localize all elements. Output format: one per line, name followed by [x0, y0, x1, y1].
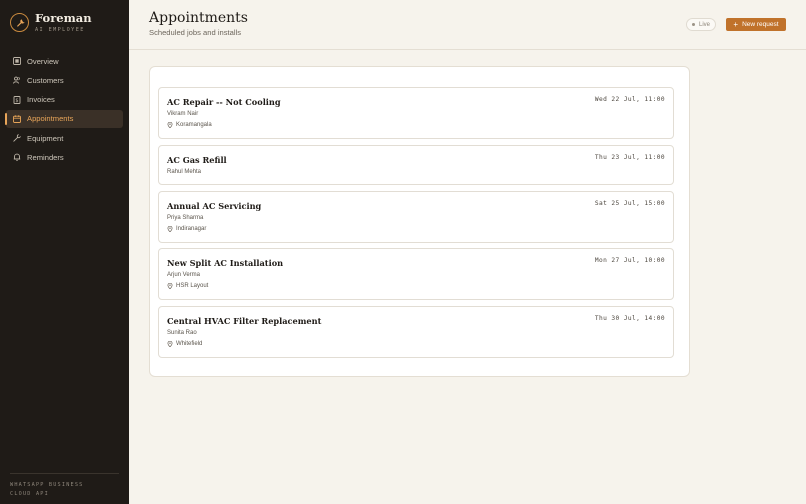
- appointment-title: AC Repair -- Not Cooling: [167, 97, 281, 107]
- appointment-location: Whitefield: [167, 341, 202, 347]
- appointment-customer: Arjun Verma: [167, 272, 201, 278]
- brand[interactable]: Foreman AI EMPLOYEE: [10, 12, 92, 33]
- appointments-panel: AC Repair -- Not Cooling Vikram Nair Kor…: [149, 66, 690, 377]
- appointment-datetime: Mon 27 Jul, 10:00: [594, 257, 665, 264]
- location-label: Indiranagar: [176, 226, 207, 232]
- sidebar-item-label: Invoices: [27, 95, 55, 105]
- location-pin-icon: [167, 341, 173, 347]
- sidebar-item-label: Reminders: [27, 152, 64, 162]
- appointment-customer: Rahul Mehta: [167, 169, 202, 175]
- location-pin-icon: [167, 122, 173, 128]
- new-request-button[interactable]: + New request: [726, 18, 786, 31]
- appointment-location: HSR Layout: [167, 283, 208, 289]
- page-header: Appointments Scheduled jobs and installs…: [129, 0, 806, 50]
- appointment-datetime: Thu 30 Jul, 14:00: [594, 315, 665, 322]
- invoice-icon: $: [12, 95, 21, 104]
- wrench-icon: [12, 134, 21, 143]
- page-subtitle: Scheduled jobs and installs: [149, 28, 242, 37]
- appointment-customer: Vikram Nair: [167, 111, 199, 117]
- sidebar-item-label: Customers: [27, 75, 64, 85]
- svg-text:$: $: [15, 98, 18, 104]
- footer-line: CLOUD API: [10, 491, 49, 497]
- sidebar-item-invoices[interactable]: $ Invoices: [6, 91, 123, 109]
- location-pin-icon: [167, 226, 173, 232]
- appointment-card[interactable]: AC Gas Refill Rahul Mehta Thu 23 Jul, 11…: [158, 145, 674, 185]
- plus-icon: +: [733, 19, 739, 29]
- live-status-badge: Live: [686, 18, 717, 31]
- appointment-card[interactable]: Annual AC Servicing Priya Sharma Indiran…: [158, 191, 674, 243]
- appointment-datetime: Thu 23 Jul, 11:00: [594, 154, 665, 161]
- sidebar: Foreman AI EMPLOYEE Overview Customers $…: [0, 0, 129, 504]
- status-dot-icon: [692, 23, 695, 26]
- appointment-datetime: Wed 22 Jul, 11:00: [594, 96, 665, 103]
- appointment-title: New Split AC Installation: [167, 258, 284, 268]
- appointment-title: Annual AC Servicing: [167, 201, 262, 211]
- sidebar-item-appointments[interactable]: Appointments: [5, 109, 123, 128]
- appointment-location: Koramangala: [167, 122, 212, 128]
- appointment-title: AC Gas Refill: [167, 155, 227, 165]
- location-label: Whitefield: [176, 341, 203, 347]
- appointment-card[interactable]: AC Repair -- Not Cooling Vikram Nair Kor…: [158, 87, 674, 139]
- brand-tagline: AI EMPLOYEE: [35, 27, 85, 33]
- appointment-card[interactable]: New Split AC Installation Arjun Verma HS…: [158, 248, 674, 300]
- sidebar-nav: Overview Customers $ Invoices Appointmen…: [5, 52, 123, 168]
- sidebar-item-equipment[interactable]: Equipment: [6, 129, 123, 147]
- bell-icon: [12, 153, 21, 162]
- calendar-icon: [12, 114, 21, 123]
- sidebar-item-label: Appointments: [27, 114, 74, 124]
- location-pin-icon: [167, 283, 173, 289]
- sidebar-item-reminders[interactable]: Reminders: [6, 148, 123, 166]
- appointment-card[interactable]: Central HVAC Filter Replacement Sunita R…: [158, 306, 674, 358]
- appointment-datetime: Sat 25 Jul, 15:00: [594, 200, 665, 207]
- new-request-label: New request: [742, 21, 779, 28]
- sidebar-item-overview[interactable]: Overview: [6, 52, 123, 70]
- sidebar-item-label: Equipment: [27, 133, 64, 143]
- users-icon: [12, 76, 21, 85]
- appointment-location: Indiranagar: [167, 226, 206, 232]
- appointment-title: Central HVAC Filter Replacement: [167, 316, 322, 326]
- location-label: HSR Layout: [176, 283, 209, 289]
- appointment-customer: Sunita Rao: [167, 330, 197, 336]
- location-label: Koramangala: [176, 122, 212, 128]
- footer-line: WHATSAPP BUSINESS: [10, 482, 84, 488]
- brand-name: Foreman: [35, 11, 92, 25]
- live-label: Live: [699, 21, 711, 28]
- page-title: Appointments: [149, 10, 248, 26]
- wrench-logo-icon: [10, 13, 29, 32]
- sidebar-item-customers[interactable]: Customers: [6, 71, 123, 89]
- sidebar-footer: WHATSAPP BUSINESS CLOUD API: [10, 473, 119, 499]
- grid-icon: [12, 57, 21, 66]
- appointment-customer: Priya Sharma: [167, 215, 204, 221]
- sidebar-item-label: Overview: [27, 56, 59, 66]
